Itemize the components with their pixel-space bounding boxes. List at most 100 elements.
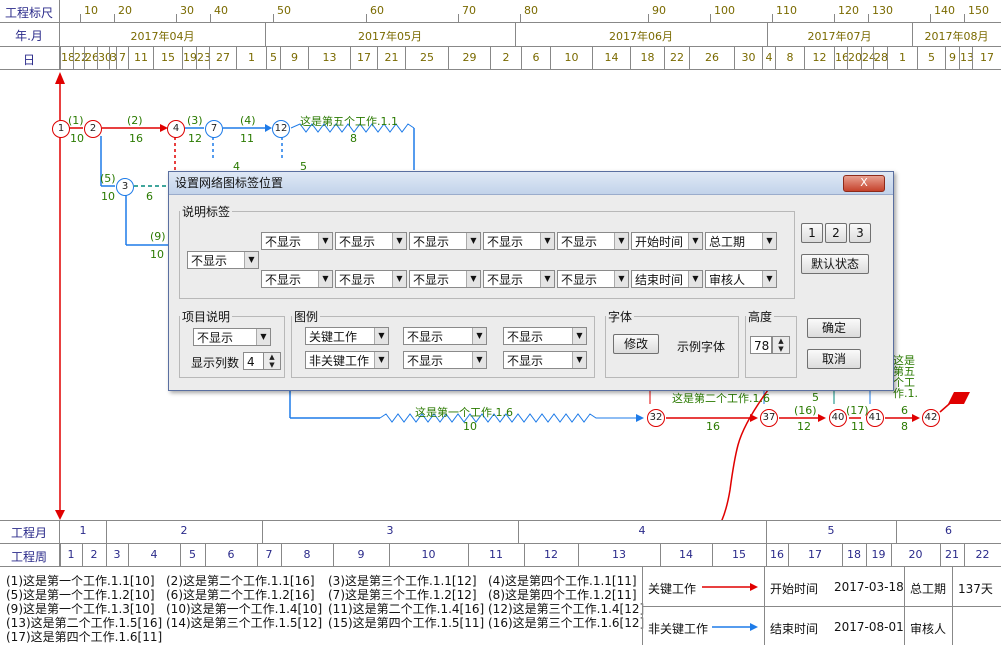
project-week-cell: 18 xyxy=(847,548,861,561)
chevron-down-icon[interactable]: ▼ xyxy=(374,328,388,344)
project-month-cell: 1 xyxy=(79,524,87,537)
divider xyxy=(73,47,74,69)
label-select[interactable]: 开始时间 ▼ xyxy=(631,232,703,250)
label-position-select[interactable]: 不显示 ▼ xyxy=(187,251,259,269)
chevron-down-icon[interactable]: ▼ xyxy=(374,352,388,368)
ruler-tick: 120 xyxy=(838,4,859,17)
legend-select[interactable]: 非关键工作 ▼ xyxy=(305,351,389,369)
chevron-down-icon[interactable]: ▼ xyxy=(392,233,406,249)
project-week-cell: 15 xyxy=(732,548,746,561)
label-select[interactable]: 不显示 ▼ xyxy=(557,270,629,288)
activity-code: (17) xyxy=(846,404,869,417)
chevron-down-icon[interactable]: ▼ xyxy=(572,352,586,368)
legend-select[interactable]: 不显示 ▼ xyxy=(503,351,587,369)
legend-select[interactable]: 不显示 ▼ xyxy=(403,351,487,369)
ok-button[interactable]: 确定 xyxy=(807,318,861,338)
legend-select[interactable]: 不显示 ▼ xyxy=(503,327,587,345)
chevron-down-icon[interactable]: ▼ xyxy=(614,271,628,287)
legend-select[interactable]: 关键工作 ▼ xyxy=(305,327,389,345)
chevron-down-icon[interactable]: ▼ xyxy=(540,271,554,287)
network-node[interactable]: 3 xyxy=(116,178,134,196)
chevron-down-icon[interactable]: ▼ xyxy=(762,271,776,287)
label-select[interactable]: 不显示 ▼ xyxy=(483,270,555,288)
chevron-down-icon[interactable]: ▼ xyxy=(762,233,776,249)
label-select[interactable]: 审核人 ▼ xyxy=(705,270,777,288)
activity-code: (1) xyxy=(68,114,84,127)
divider xyxy=(266,47,267,69)
ruler-tick: 140 xyxy=(934,4,955,17)
select-value: 不显示 xyxy=(407,330,444,344)
label-select[interactable]: 不显示 ▼ xyxy=(261,270,333,288)
network-node[interactable]: 37 xyxy=(760,409,778,427)
default-state-button[interactable]: 默认状态 xyxy=(801,254,869,274)
chevron-down-icon[interactable]: ▼ xyxy=(318,271,332,287)
divider xyxy=(153,47,154,69)
divider xyxy=(468,544,469,566)
label-select[interactable]: 不显示 ▼ xyxy=(483,232,555,250)
chevron-down-icon[interactable]: ▼ xyxy=(466,233,480,249)
legend-select[interactable]: 不显示 ▼ xyxy=(403,327,487,345)
cancel-button[interactable]: 取消 xyxy=(807,349,861,369)
chevron-down-icon[interactable]: ▼ xyxy=(318,233,332,249)
divider xyxy=(772,14,773,22)
day-cell: 8 xyxy=(786,51,794,64)
divider xyxy=(834,14,835,22)
close-button[interactable]: X xyxy=(843,175,885,192)
legend-noncritical-label: 非关键工作 xyxy=(648,622,709,636)
chevron-down-icon[interactable]: ▼ xyxy=(244,252,258,268)
chevron-down-icon[interactable]: ▼ xyxy=(472,352,486,368)
network-node[interactable]: 2 xyxy=(84,120,102,138)
network-node[interactable]: 4 xyxy=(167,120,185,138)
divider xyxy=(917,47,918,69)
network-node[interactable]: 41 xyxy=(866,409,884,427)
month-cell: 2017年05月 xyxy=(358,30,422,43)
chevron-down-icon[interactable]: ▼ xyxy=(256,329,270,345)
chevron-down-icon[interactable]: ▼ xyxy=(572,328,586,344)
network-node[interactable]: 12 xyxy=(272,120,290,138)
label-select[interactable]: 不显示 ▼ xyxy=(557,232,629,250)
height-spinner[interactable]: ▲ ▼ xyxy=(772,336,790,354)
divider xyxy=(891,544,892,566)
label-select[interactable]: 结束时间 ▼ xyxy=(631,270,703,288)
network-node[interactable]: 40 xyxy=(829,409,847,427)
chevron-down-icon[interactable]: ▼ xyxy=(614,233,628,249)
label-select[interactable]: 不显示 ▼ xyxy=(335,232,407,250)
label-select[interactable]: 不显示 ▼ xyxy=(409,270,481,288)
divider xyxy=(128,47,129,69)
project-select[interactable]: 不显示 ▼ xyxy=(193,328,271,346)
timeline-footer: 工程月 工程周 123456 1 2 3 4 5 6 7 8 9 10 11 12 13 14 15 16 17… xyxy=(0,520,1001,645)
project-week-cell: 4 xyxy=(150,548,158,561)
network-node[interactable]: 42 xyxy=(922,409,940,427)
label-select[interactable]: 不显示 ▼ xyxy=(409,232,481,250)
chevron-down-icon[interactable]: ▼ xyxy=(688,233,702,249)
tab-2[interactable]: 2 xyxy=(825,223,847,243)
chevron-down-icon[interactable]: ▼ xyxy=(472,328,486,344)
height-input[interactable]: 78 xyxy=(750,336,772,354)
label-select[interactable]: 不显示 ▼ xyxy=(261,232,333,250)
chevron-down-icon[interactable]: ▼ xyxy=(392,271,406,287)
tab-3[interactable]: 3 xyxy=(849,223,871,243)
day-cell: 10 xyxy=(564,51,579,64)
columns-input[interactable]: 4 xyxy=(243,352,265,370)
end-time-label: 结束时间 xyxy=(770,622,819,636)
work-label: 这是第五个工作.1. xyxy=(893,354,918,400)
label-position-dialog[interactable]: 设置网络图标签位置 X 说明标签 不显示 ▼ 不显示 ▼ 不显示 ▼ 不显示 ▼ 不显示… xyxy=(168,171,894,391)
month-cell: 2017年07月 xyxy=(807,30,872,43)
duration-label: 5 xyxy=(812,391,819,404)
network-node[interactable]: 32 xyxy=(647,409,665,427)
tab-1[interactable]: 1 xyxy=(801,223,823,243)
label-select[interactable]: 不显示 ▼ xyxy=(335,270,407,288)
network-node[interactable]: 7 xyxy=(205,120,223,138)
divider xyxy=(896,520,897,543)
columns-spinner[interactable]: ▲ ▼ xyxy=(263,352,281,370)
chevron-down-icon[interactable]: ▼ xyxy=(466,271,480,287)
divider xyxy=(766,544,767,566)
divider xyxy=(578,544,579,566)
chevron-down-icon[interactable]: ▼ xyxy=(688,271,702,287)
chevron-down-icon[interactable]: ▼ xyxy=(540,233,554,249)
modify-font-button[interactable]: 修改 xyxy=(613,334,659,354)
label-select[interactable]: 总工期 ▼ xyxy=(705,232,777,250)
divider xyxy=(350,47,351,69)
divider xyxy=(775,47,776,69)
divider xyxy=(0,46,1001,47)
